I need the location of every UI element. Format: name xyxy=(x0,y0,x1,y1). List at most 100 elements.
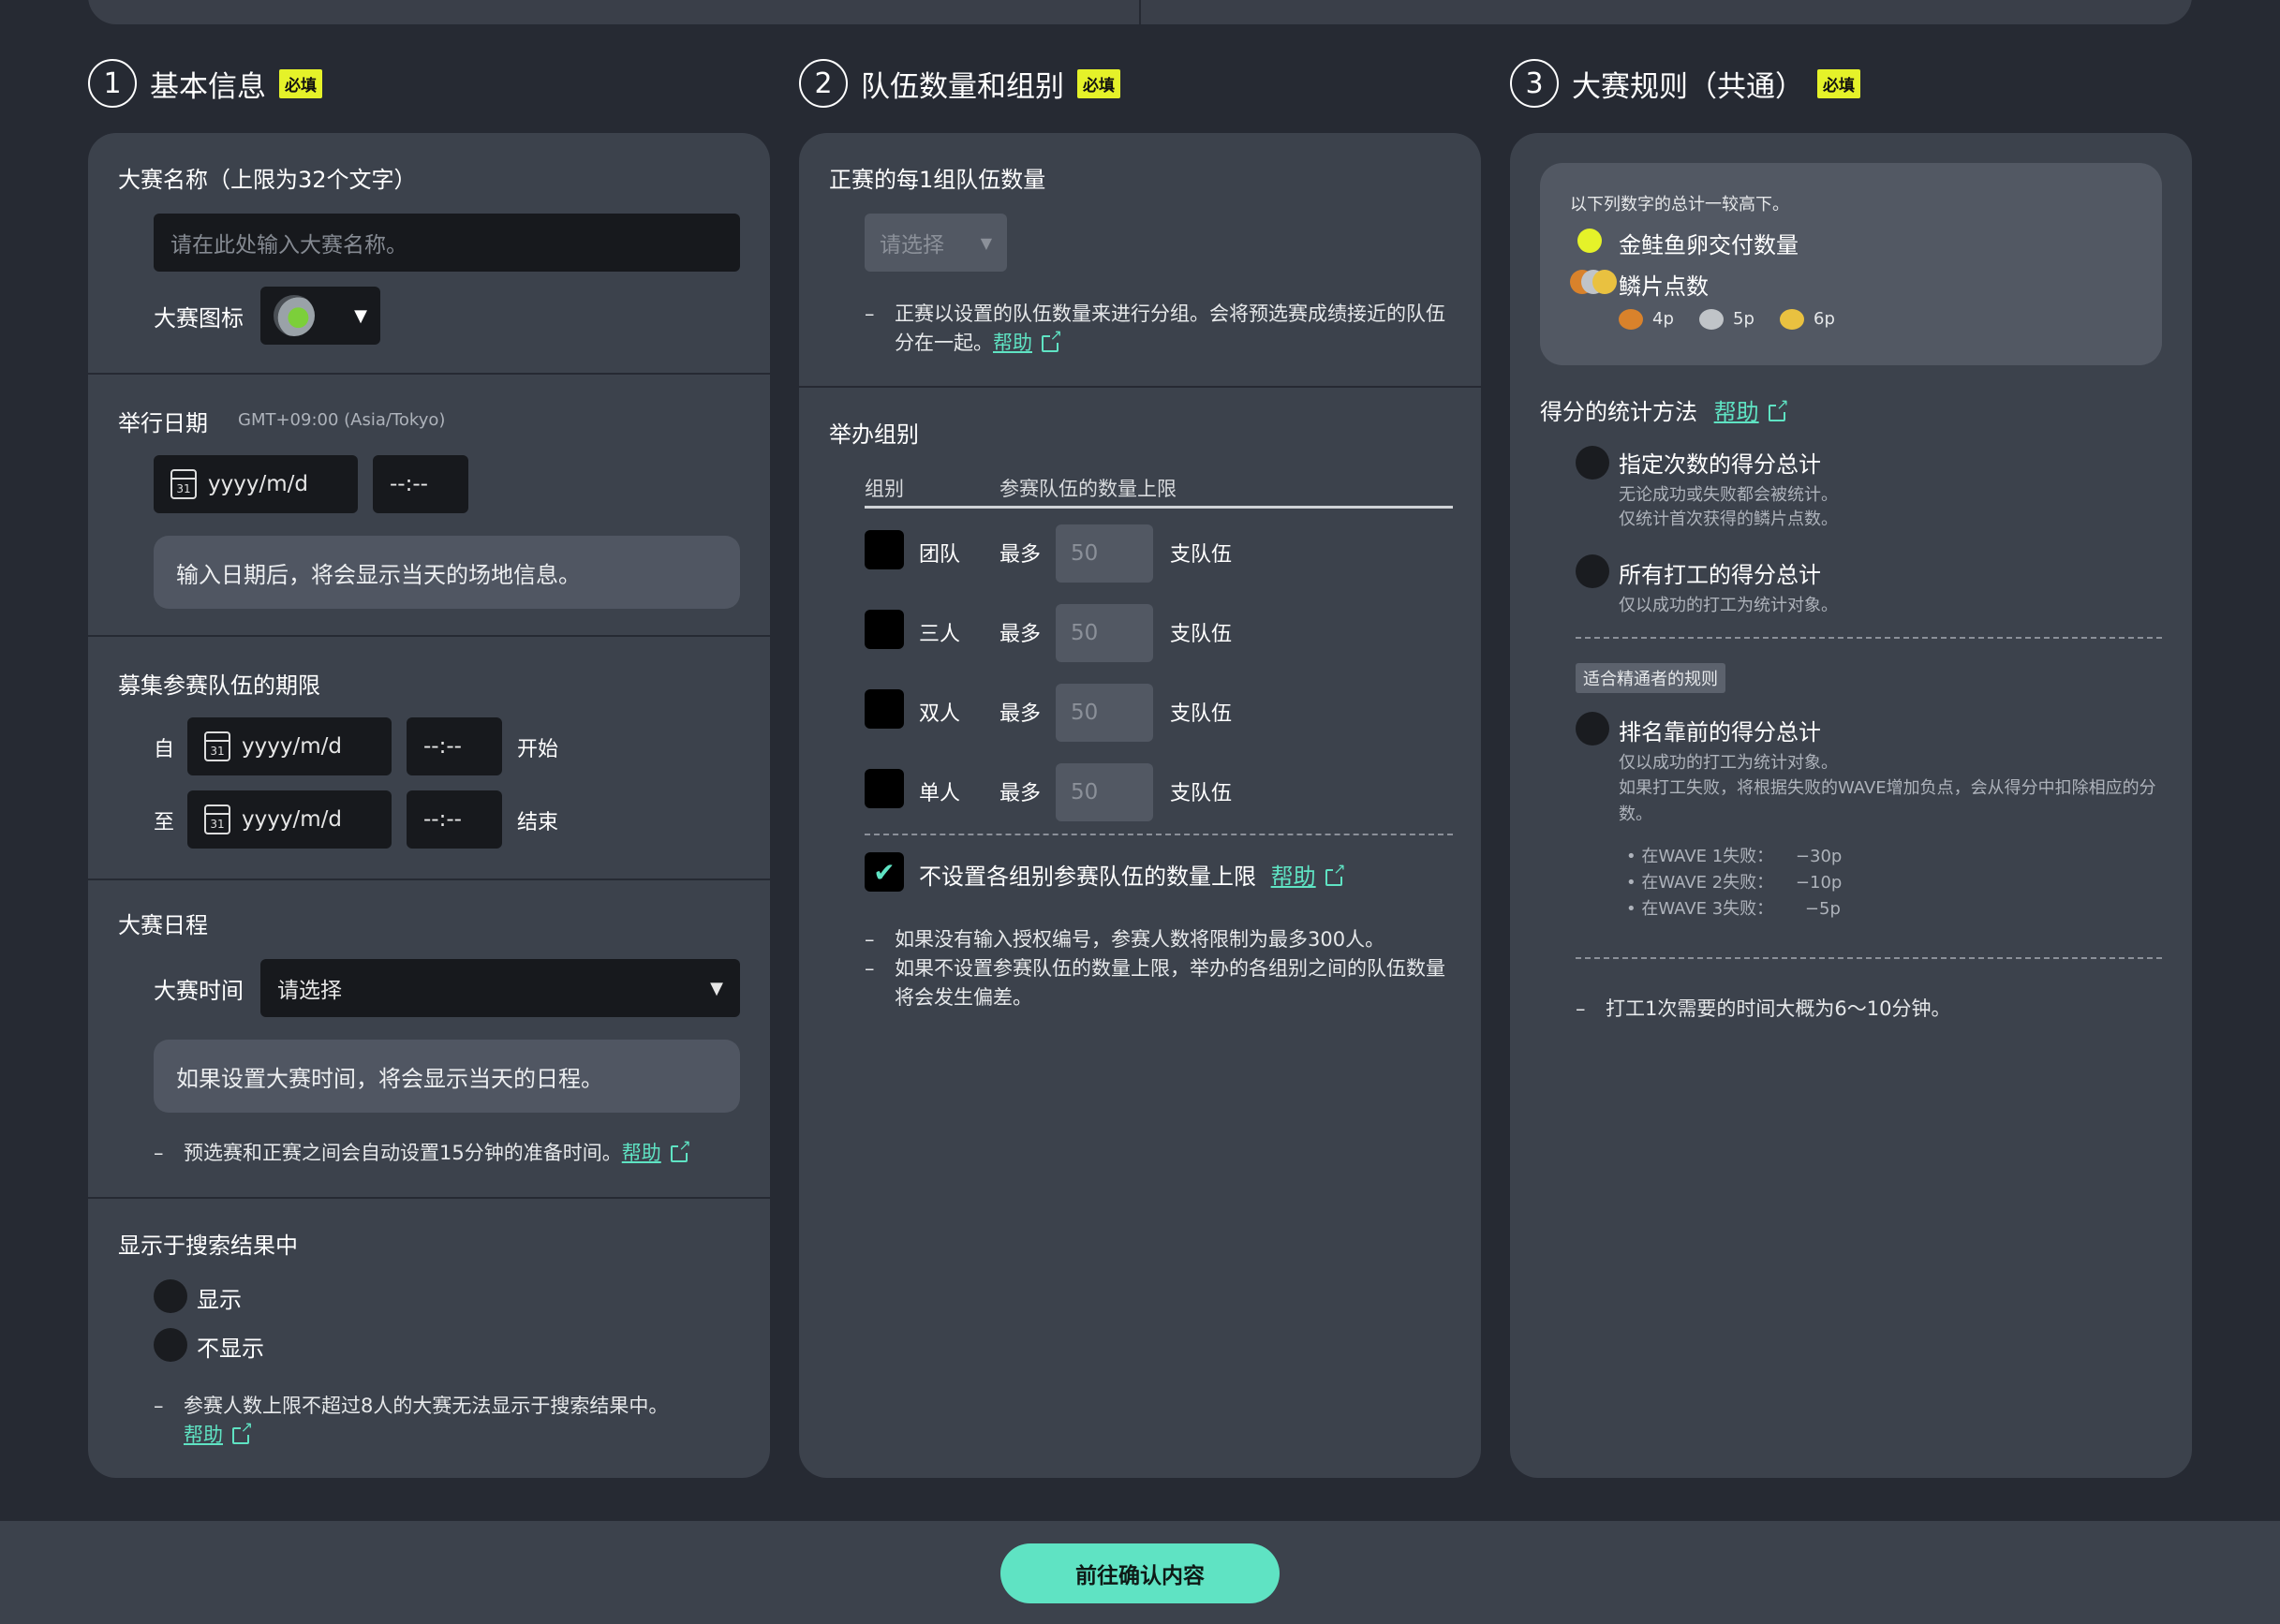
section-header-basic: 1 基本信息 必填 xyxy=(88,58,322,109)
recruit-end-date-input[interactable]: 31 yyyy/m/d xyxy=(187,790,392,849)
time-input[interactable]: --:-- xyxy=(373,455,468,513)
trio-limit-input[interactable]: 50 xyxy=(1056,604,1153,662)
search-note-text: 参赛人数上限不超过8人的大赛无法显示于搜索结果中。 xyxy=(184,1395,669,1417)
recruit-start-date-input[interactable]: 31 yyyy/m/d xyxy=(187,717,392,775)
prep-note-text: 预选赛和正赛之间会自动设置15分钟的准备时间。 xyxy=(184,1142,622,1164)
solo-limit-input[interactable]: 50 xyxy=(1056,763,1153,821)
help-link[interactable]: 帮助 xyxy=(1714,399,1759,425)
per-group-note: – 正赛以设置的队伍数量来进行分组。会将预选赛成绩接近的队伍分在一起。帮助 xyxy=(865,300,1453,358)
help-link[interactable]: 帮助 xyxy=(622,1142,661,1164)
note-deviation: – 如果不设置参赛队伍的数量上限，举办的各组别之间的队伍数量将会发生偏差。 xyxy=(865,954,1453,1012)
method-specified-radio[interactable] xyxy=(1576,446,1609,480)
gold-scale-icon xyxy=(1780,309,1804,330)
check-icon: ✔ xyxy=(873,856,896,888)
duo-limit-input[interactable]: 50 xyxy=(1056,684,1153,742)
tournament-time-select-value: 请选择 xyxy=(277,979,342,1003)
date-info-box: 输入日期后，将会显示当天的场地信息。 xyxy=(154,536,740,609)
external-link-icon xyxy=(670,1138,691,1162)
team-limit-input[interactable]: 50 xyxy=(1056,524,1153,583)
recruit-start-time-input[interactable]: --:-- xyxy=(407,717,502,775)
step-number: 2 xyxy=(799,59,848,108)
tournament-icon-preview xyxy=(274,295,315,336)
trio-checkbox[interactable] xyxy=(865,610,904,649)
score-summary-box: 以下列数字的总计一较高下。 金鲑鱼卵交付数量 鳞片点数 4p 5p 6p xyxy=(1540,163,2162,365)
duo-checkbox[interactable] xyxy=(865,689,904,729)
bronze-scale-icon xyxy=(1619,309,1643,330)
per-group-label: 正赛的每1组队伍数量 xyxy=(829,167,1046,193)
note-auth-text: 如果没有输入授权编号，参赛人数将限制为最多300人。 xyxy=(895,928,1385,951)
max-label: 最多 xyxy=(999,623,1042,646)
division-name: 单人 xyxy=(919,782,961,805)
step-number: 1 xyxy=(88,59,137,108)
required-badge: 必填 xyxy=(1817,68,1860,98)
method-top-radio[interactable] xyxy=(1576,712,1609,746)
team-checkbox[interactable] xyxy=(865,530,904,569)
per-group-note-text: 正赛以设置的队伍数量来进行分组。会将预选赛成绩接近的队伍分在一起。 xyxy=(895,303,1445,354)
panel-teams: 正赛的每1组队伍数量 请选择 ▼ – 正赛以设置的队伍数量来进行分组。会将预选赛… xyxy=(799,133,1481,1478)
external-link-icon xyxy=(1325,862,1346,886)
top-bar-divider xyxy=(1139,0,1141,24)
penalty-item: • 在WAVE 1失败： −30p xyxy=(1626,847,1843,866)
calendar-icon: 31 xyxy=(204,731,230,761)
penalty-value: −5p xyxy=(1804,899,1841,919)
expert-tag: 适合精通者的规则 xyxy=(1576,663,1725,693)
tournament-time-select[interactable]: 请选择 ▼ xyxy=(260,959,740,1017)
opt1-title: 指定次数的得分总计 xyxy=(1619,451,1821,478)
date-placeholder: yyyy/m/d xyxy=(242,734,342,759)
required-badge: 必填 xyxy=(1077,68,1120,98)
penalty-item: • 在WAVE 3失败： −5p xyxy=(1626,899,1841,919)
no-limit-checkbox[interactable]: ✔ xyxy=(865,852,904,892)
opt3-desc2: 如果打工失败，将根据失败的WAVE增加负点，会从得分中扣除相应的分数。 xyxy=(1619,778,2156,824)
date-input[interactable]: 31 yyyy/m/d xyxy=(154,455,358,513)
max-label: 最多 xyxy=(999,702,1042,726)
opt1-desc2: 仅统计首次获得的鳞片点数。 xyxy=(1619,509,1838,529)
date-label: 举行日期 xyxy=(118,410,208,436)
section-title: 大赛规则（共通） xyxy=(1572,69,1804,104)
calendar-icon: 31 xyxy=(170,469,197,499)
search-note: – 参赛人数上限不超过8人的大赛无法显示于搜索结果中。 帮助 xyxy=(154,1392,734,1450)
help-link[interactable]: 帮助 xyxy=(993,332,1032,354)
opt2-desc: 仅以成功的打工为统计对象。 xyxy=(1619,596,1838,615)
method-label: 得分的统计方法 帮助 xyxy=(1540,393,1789,426)
golden-eggs-label: 金鲑鱼卵交付数量 xyxy=(1619,232,1799,258)
help-link[interactable]: 帮助 xyxy=(184,1424,223,1446)
divider xyxy=(88,878,770,880)
dropdown-arrow-icon: ▼ xyxy=(710,978,723,998)
recruit-period-label: 募集参赛队伍的期限 xyxy=(118,672,320,699)
search-visibility-label: 显示于搜索结果中 xyxy=(118,1233,298,1259)
show-radio[interactable] xyxy=(154,1279,187,1313)
required-badge: 必填 xyxy=(279,68,322,98)
time-note-text: 打工1次需要的时间大概为6〜10分钟。 xyxy=(1606,997,1951,1020)
hide-radio[interactable] xyxy=(154,1328,187,1362)
section-header-teams: 2 队伍数量和组别 必填 xyxy=(799,58,1120,109)
penalty-value: −30p xyxy=(1795,847,1843,866)
method-label-text: 得分的统计方法 xyxy=(1540,399,1697,425)
solo-checkbox[interactable] xyxy=(865,769,904,808)
tournament-icon-select[interactable]: ▼ xyxy=(260,287,380,345)
to-label: 至 xyxy=(154,811,175,834)
opt3-desc1: 仅以成功的打工为统计对象。 xyxy=(1619,753,1838,773)
no-limit-text: 不设置各组别参赛队伍的数量上限 xyxy=(919,864,1256,890)
scale-icon xyxy=(1570,270,1617,294)
table-header-line xyxy=(865,506,1453,509)
penalty-label: 在WAVE 1失败： xyxy=(1641,847,1774,866)
no-limit-label: 不设置各组别参赛队伍的数量上限 帮助 xyxy=(919,858,1346,891)
method-all-radio[interactable] xyxy=(1576,554,1609,588)
tournament-time-label: 大赛时间 xyxy=(154,978,244,1004)
prep-note: – 预选赛和正赛之间会自动设置15分钟的准备时间。帮助 xyxy=(154,1138,734,1168)
per-group-select[interactable]: 请选择 ▼ xyxy=(865,214,1007,272)
tournament-name-label: 大赛名称（上限为32个文字） xyxy=(118,167,417,193)
hide-label: 不显示 xyxy=(197,1336,264,1362)
tournament-name-input[interactable]: 请在此处输入大赛名称。 xyxy=(154,214,740,272)
schedule-info-box: 如果设置大赛时间，将会显示当天的日程。 xyxy=(154,1040,740,1113)
top-bar xyxy=(88,0,2192,24)
timezone-text: GMT+09:00 (Asia/Tokyo) xyxy=(238,410,446,430)
from-label: 自 xyxy=(154,738,175,761)
recruit-end-time-input[interactable]: --:-- xyxy=(407,790,502,849)
date-placeholder: yyyy/m/d xyxy=(242,807,342,832)
note-auth: – 如果没有输入授权编号，参赛人数将限制为最多300人。 xyxy=(865,925,1453,954)
confirm-button[interactable]: 前往确认内容 xyxy=(1000,1543,1280,1603)
gold-points: 6p xyxy=(1814,309,1835,329)
help-link[interactable]: 帮助 xyxy=(1271,864,1316,890)
section-title: 基本信息 xyxy=(150,69,266,104)
